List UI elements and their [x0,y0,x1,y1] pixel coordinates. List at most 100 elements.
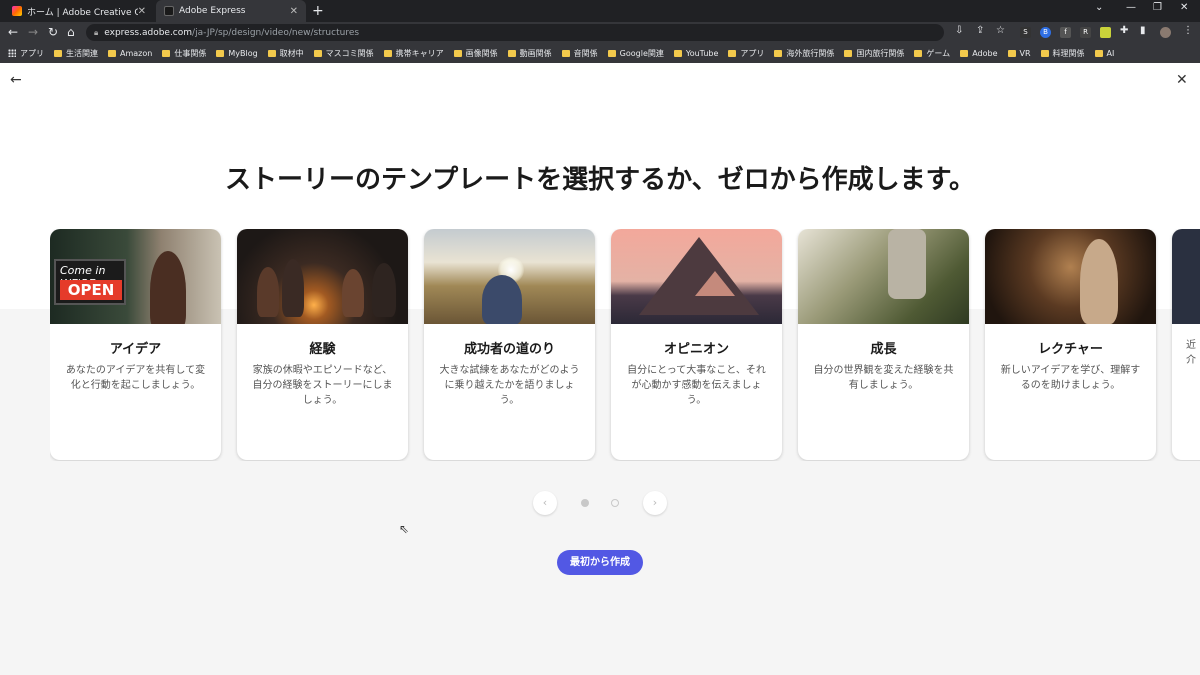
bookmark-folder[interactable]: Google関連 [607,48,664,59]
folder-icon [914,49,923,57]
reload-icon[interactable]: ↻ [48,25,58,39]
template-card-growth[interactable]: 成長 自分の世界観を変えた経験を共有しましょう。 [798,229,969,460]
card-title: 経験 [309,342,336,357]
tab-close-icon[interactable]: ✕ [290,6,298,17]
tab-close-icon[interactable]: ✕ [138,6,146,17]
runner-figure [482,275,522,324]
bookmark-folder[interactable]: VR [1007,48,1031,58]
bookmark-label: 動画関係 [519,48,552,58]
extension-f-icon[interactable]: f [1060,27,1071,38]
bookmark-folder[interactable]: 音関係 [561,48,598,59]
template-card-lecture[interactable]: レクチャー 新しいアイデアを学び、理解するのを助けましょう。 [985,229,1156,460]
card-image [237,229,408,324]
minimize-icon[interactable]: — [1126,2,1136,13]
page-title: ストーリーのテンプレートを選択するか、ゼロから作成します。 [224,165,976,195]
chevron-right-icon[interactable]: › [643,491,667,515]
folder-icon [1094,49,1103,57]
bookmark-folder[interactable]: 動画関係 [507,48,552,59]
bookmark-label: Amazon [120,48,153,58]
window-close-icon[interactable]: ✕ [1180,2,1188,13]
folder-icon [1007,49,1016,57]
bookmark-folder[interactable]: 生活関連 [54,48,98,59]
folder-icon [108,49,116,57]
bookmark-folder[interactable]: YouTube [673,49,718,58]
bookmark-folder[interactable]: 仕事関係 [162,48,206,59]
bookmark-label: 海外旅行関係 [786,48,835,58]
bookmark-folder[interactable]: 取材中 [267,48,304,59]
card-image [1172,229,1200,324]
extension-b-icon[interactable]: B [1040,27,1051,38]
bookmark-label: アプリ [20,48,44,58]
back-arrow-icon[interactable]: ← [10,72,22,88]
bookmark-folder[interactable]: 国内旅行関係 [844,48,904,59]
page: ← ✕ ストーリーのテンプレートを選択するか、ゼロから作成します。 Come i… [0,63,1200,675]
tab-title: Adobe Express [179,6,246,16]
template-card-partial[interactable]: 近 介 [1172,229,1200,460]
restore-icon[interactable]: ❐ [1153,2,1162,13]
card-description: 家族の休暇やエピソードなど、自分の経験をストーリーにしましょう。 [252,365,393,406]
tab-search-icon[interactable]: ⌄ [1095,2,1103,13]
url-path: /ja-JP/sp/design/video/new/structures [192,27,360,38]
address-toolbar: ← → ↻ ⌂ 🔒︎ express.adobe.com/ja-JP/sp/de… [0,22,1200,43]
extension-s-icon[interactable]: S [1020,27,1031,38]
camper-figure [257,267,279,317]
extension-note-icon[interactable] [1100,27,1111,38]
adobe-express-favicon-icon [164,6,174,16]
bookmark-folder[interactable]: MyBlog [216,49,258,58]
new-tab-icon[interactable]: + [312,3,324,19]
card-image [798,229,969,324]
bookmark-label: 国内旅行関係 [856,48,905,58]
pager-dot[interactable] [611,499,619,507]
share-icon[interactable]: ⇪ [976,25,984,36]
template-card-opinion[interactable]: オピニオン 自分にとって大事なこと、それが心動かす感動を伝えましょう。 [611,229,782,460]
folder-icon [383,49,392,57]
pager-dot-active[interactable] [581,499,589,507]
card-description: 近 介 [1186,340,1196,366]
extensions-puzzle-icon[interactable]: ✚ [1120,25,1128,36]
bookmark-star-icon[interactable]: ☆ [996,25,1005,36]
bookmark-folder[interactable]: AI [1094,49,1114,58]
bookmark-apps[interactable]: アプリ [8,48,44,59]
menu-kebab-icon[interactable]: ⋮ [1183,25,1193,36]
folder-icon [561,49,570,57]
bookmark-folder[interactable]: 海外旅行関係 [774,48,834,59]
folder-icon [1040,49,1049,57]
bookmark-label: アプリ [740,48,765,58]
folder-icon [507,49,516,57]
bookmark-label: 取材中 [279,48,304,58]
bookmark-folder[interactable]: 画像関係 [453,48,498,59]
bookmark-folder[interactable]: マスコミ関係 [313,48,374,59]
home-icon[interactable]: ⌂ [67,25,75,39]
bookmark-folder[interactable]: Adobe [960,49,998,58]
tab-adobe-express[interactable]: Adobe Express ✕ [156,0,306,22]
pyramid-shape [695,271,735,296]
bookmark-folder[interactable]: ゲーム [914,48,950,59]
chevron-left-icon[interactable]: ‹ [533,491,557,515]
create-from-scratch-button[interactable]: 最初から作成 [557,550,643,575]
browser-tab-bar: ホーム | Adobe Creative Cloud ✕ Adobe Expre… [0,0,1200,22]
bookmark-label: Google関連 [619,48,664,58]
card-title: オピニオン [663,342,729,357]
profile-avatar[interactable] [1160,27,1171,38]
back-icon[interactable]: ← [8,25,18,39]
side-panel-icon[interactable]: ▮ [1140,25,1146,36]
card-description: 自分にとって大事なこと、それが心動かす感動を伝えましょう。 [627,365,766,406]
card-image [611,229,782,324]
bookmark-folder[interactable]: Amazon [108,49,152,58]
template-card-hero-journey[interactable]: 成功者の道のり 大きな試練をあなたがどのように乗り越えたかを語りましょう。 [424,229,595,460]
tab-creative-cloud[interactable]: ホーム | Adobe Creative Cloud ✕ [4,0,154,22]
install-icon[interactable]: ⇩ [955,25,963,36]
close-icon[interactable]: ✕ [1176,72,1188,88]
folder-icon [267,49,276,57]
bookmark-folder[interactable]: 携帯キャリア [383,48,444,59]
forward-icon[interactable]: → [28,25,38,39]
bookmark-folder[interactable]: 料理関係 [1040,48,1085,59]
template-card-experience[interactable]: 経験 家族の休暇やエピソードなど、自分の経験をストーリーにしましょう。 [237,229,408,460]
extension-r-icon[interactable]: R [1080,27,1091,38]
bookmark-folder[interactable]: アプリ [728,48,764,59]
template-card-idea[interactable]: Come in WE'RE OPEN アイデア あなたのアイデアを共有して変化と… [50,229,221,460]
card-title: 成長 [870,342,897,357]
bookmark-label: 音関係 [573,48,598,58]
address-bar[interactable]: 🔒︎ express.adobe.com/ja-JP/sp/design/vid… [86,24,944,41]
bookmark-label: VR [1019,48,1031,58]
